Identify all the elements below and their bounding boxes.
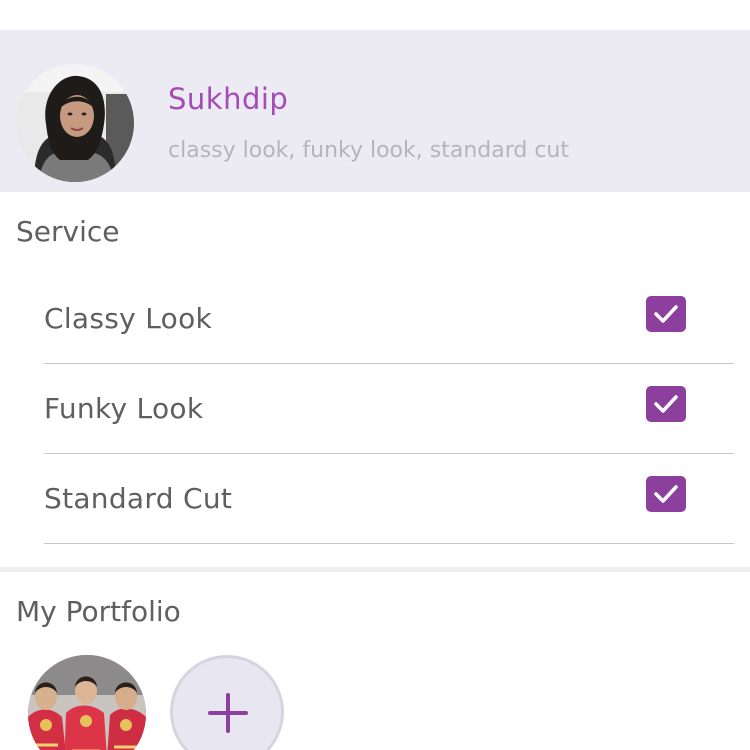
profile-page: Sukhdip classy look, funky look, standar… xyxy=(0,0,750,750)
service-item-label: Funky Look xyxy=(44,392,204,425)
portfolio-photo xyxy=(28,655,146,750)
portfolio-item[interactable] xyxy=(28,655,146,750)
plus-icon xyxy=(208,693,248,733)
profile-tags: classy look, funky look, standard cut xyxy=(168,138,569,163)
service-checkbox[interactable] xyxy=(646,476,686,512)
profile-name: Sukhdip xyxy=(168,82,289,116)
row-divider xyxy=(44,543,734,544)
profile-header: Sukhdip classy look, funky look, standar… xyxy=(0,30,750,192)
service-item-funky-look[interactable]: Funky Look xyxy=(44,364,734,454)
section-separator xyxy=(0,567,750,572)
check-icon xyxy=(654,485,678,503)
service-item-standard-cut[interactable]: Standard Cut xyxy=(44,454,734,544)
top-strip xyxy=(0,0,750,30)
service-item-classy-look[interactable]: Classy Look xyxy=(44,274,734,364)
portfolio-section-title: My Portfolio xyxy=(16,595,181,628)
service-item-label: Standard Cut xyxy=(44,482,233,515)
avatar[interactable] xyxy=(16,64,134,182)
service-checkbox[interactable] xyxy=(646,386,686,422)
profile-photo xyxy=(16,64,134,182)
service-section-title: Service xyxy=(16,215,120,248)
check-icon xyxy=(654,395,678,413)
service-checkbox[interactable] xyxy=(646,296,686,332)
service-item-label: Classy Look xyxy=(44,302,213,335)
add-portfolio-button[interactable] xyxy=(170,655,284,750)
check-icon xyxy=(654,305,678,323)
